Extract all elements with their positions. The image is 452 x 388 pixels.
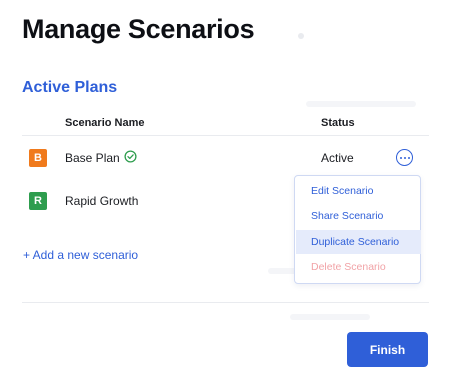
scenario-name[interactable]: Base Plan xyxy=(65,151,120,165)
scenario-status: Active xyxy=(321,151,354,165)
scenario-badge: B xyxy=(29,149,47,167)
page-title: Manage Scenarios xyxy=(22,14,255,44)
section-title: Active Plans xyxy=(22,79,118,96)
menu-item-duplicate[interactable]: Duplicate Scenario xyxy=(296,230,421,254)
add-scenario-link[interactable]: + Add a new scenario xyxy=(23,248,138,262)
ghost-decoration xyxy=(290,314,370,320)
menu-item-edit[interactable]: Edit Scenario xyxy=(296,179,421,203)
row-actions-menu: Edit Scenario Share Scenario Duplicate S… xyxy=(294,175,421,284)
column-header-status: Status xyxy=(321,117,355,129)
menu-item-delete[interactable]: Delete Scenario xyxy=(296,255,421,279)
table-divider xyxy=(22,135,429,136)
finish-button[interactable]: Finish xyxy=(347,332,428,367)
menu-item-share[interactable]: Share Scenario xyxy=(296,204,421,228)
ghost-decoration xyxy=(306,101,416,107)
more-horizontal-icon[interactable] xyxy=(396,149,413,166)
column-header-name: Scenario Name xyxy=(65,117,145,129)
footer-divider xyxy=(22,302,429,303)
ghost-cursor-dot xyxy=(298,33,304,39)
scenario-name[interactable]: Rapid Growth xyxy=(65,194,138,208)
check-circle-icon xyxy=(124,150,137,163)
scenario-badge: R xyxy=(29,192,47,210)
